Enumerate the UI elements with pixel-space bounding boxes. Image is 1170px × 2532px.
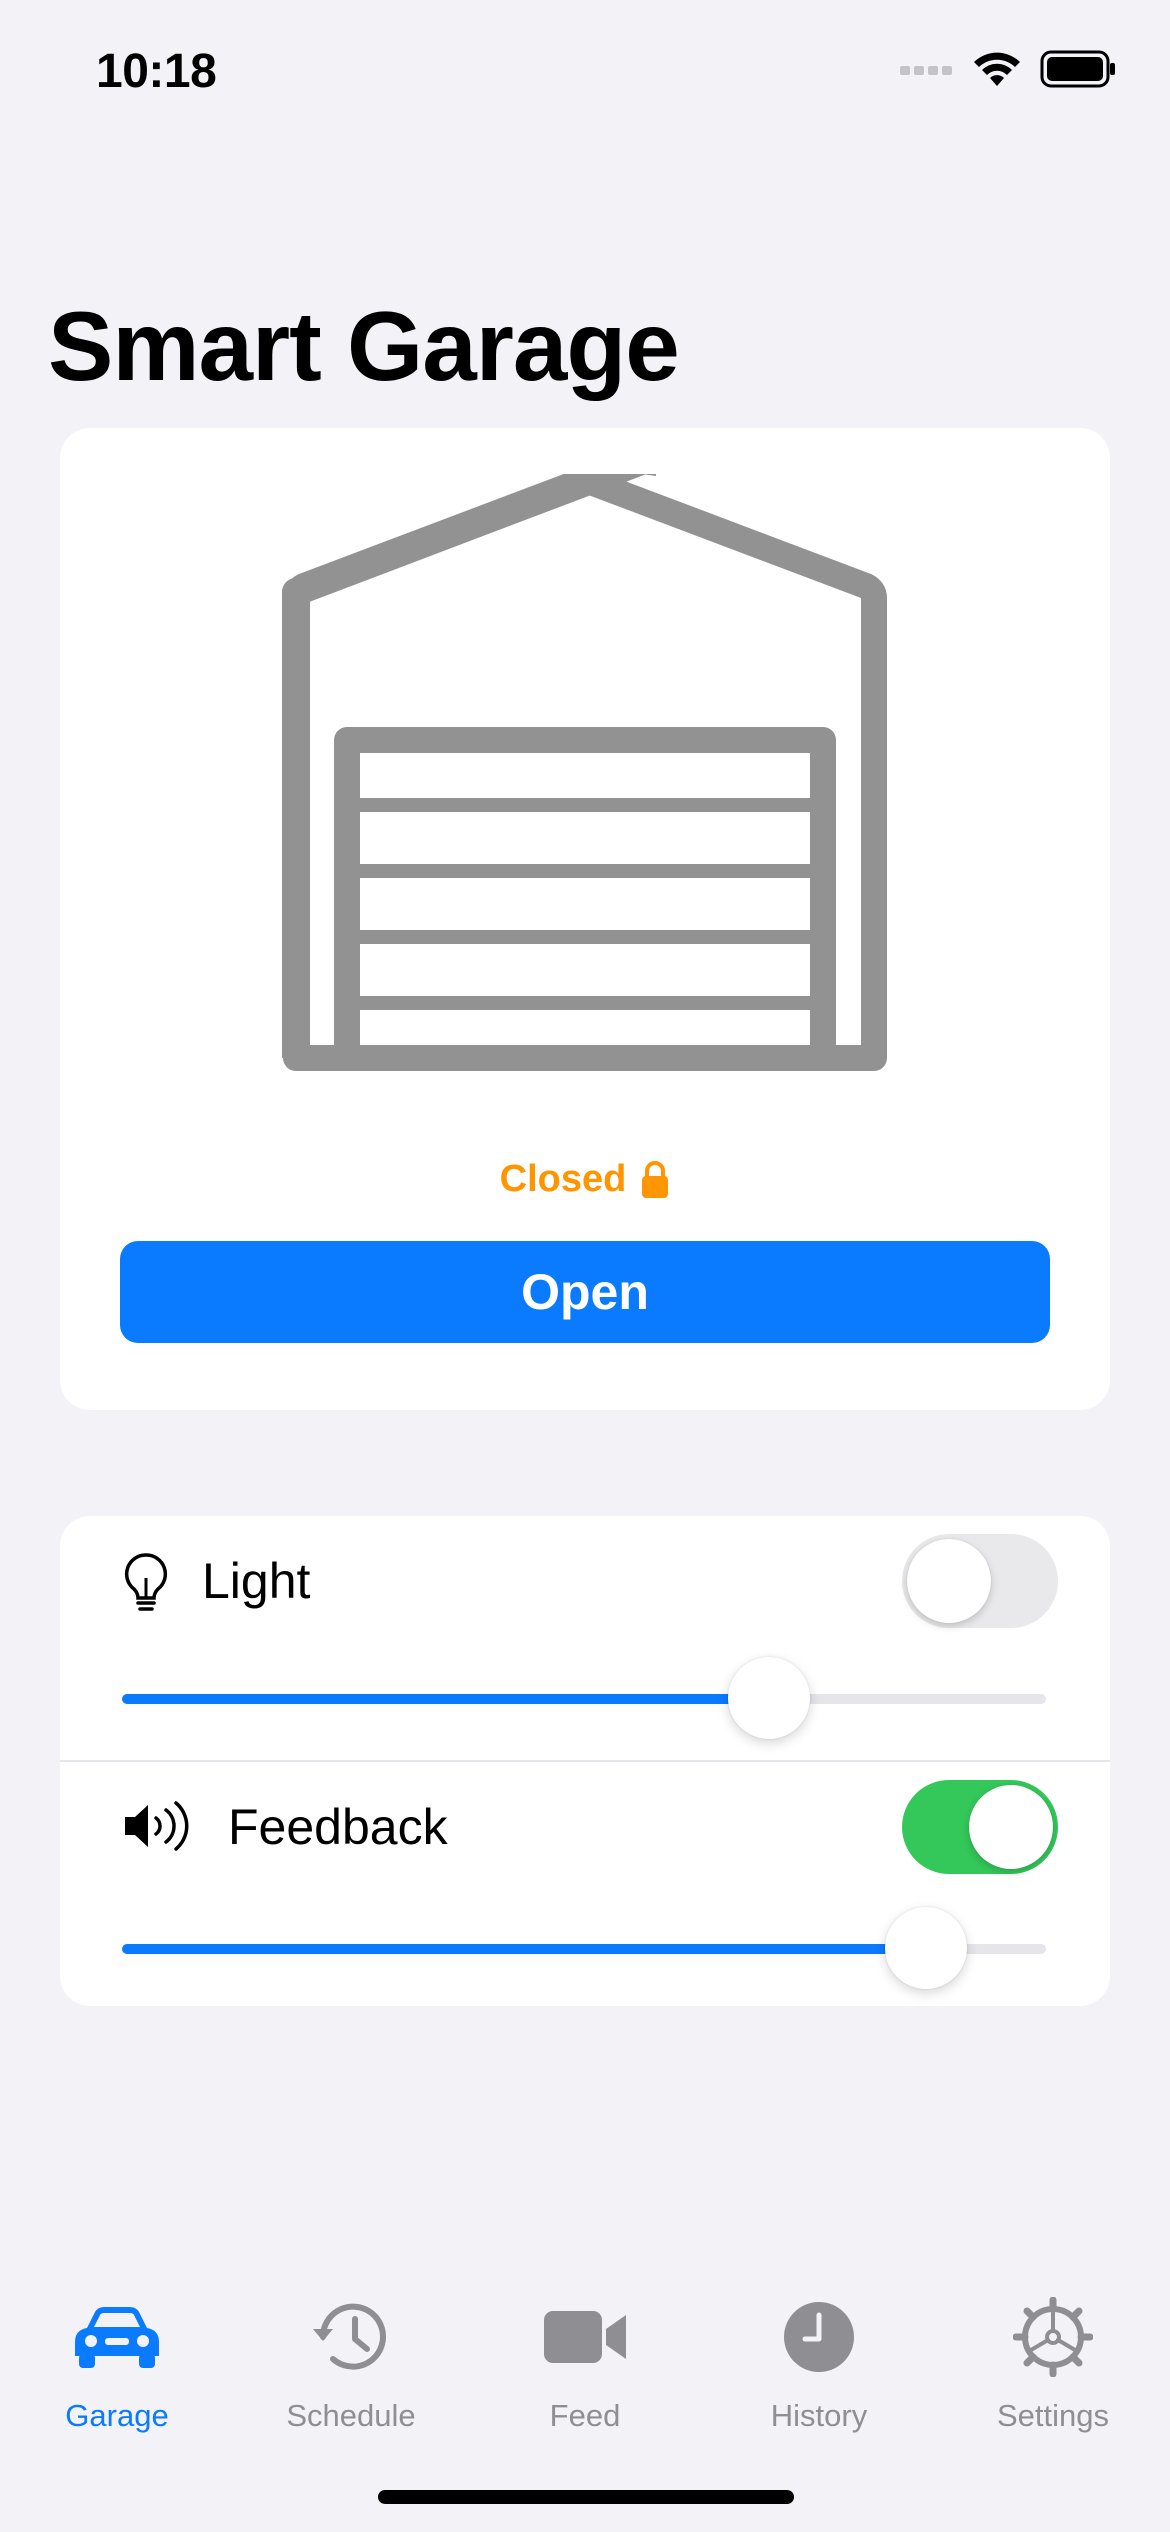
tab-label: Schedule [286, 2398, 416, 2433]
light-toggle[interactable] [902, 1534, 1058, 1628]
door-status-label: Closed [499, 1158, 627, 1200]
light-label: Light [202, 1553, 311, 1609]
garage-door-icon [282, 474, 887, 1071]
tab-history[interactable]: History [702, 2282, 936, 2434]
lightbulb-icon [124, 1553, 168, 1611]
lock-icon [642, 1160, 669, 1198]
controls-card: Light Feedback [60, 1516, 1110, 2006]
clock-arrow-icon [311, 2282, 391, 2392]
status-time: 10:18 [96, 45, 217, 98]
gear-icon [1013, 2282, 1093, 2392]
status-icons [900, 50, 1116, 88]
feedback-volume-slider[interactable] [122, 1906, 1046, 1990]
feedback-toggle[interactable] [902, 1780, 1058, 1874]
speaker-icon [125, 1801, 189, 1851]
tab-settings[interactable]: Settings [936, 2282, 1170, 2434]
feedback-label: Feedback [228, 1799, 448, 1855]
garage-card: Closed Open [60, 428, 1110, 1410]
slider-thumb[interactable] [885, 1907, 967, 1989]
page-title: Smart Garage [48, 291, 680, 401]
slider-fill [122, 1694, 769, 1704]
tab-label: Settings [996, 2398, 1109, 2433]
tab-label: Feed [549, 2398, 621, 2433]
tab-feed[interactable]: Feed [468, 2282, 702, 2434]
tab-label: History [770, 2398, 868, 2433]
door-status: Closed [60, 1158, 1110, 1201]
home-indicator [378, 2490, 794, 2504]
light-brightness-slider[interactable] [122, 1656, 1046, 1740]
light-toggle-knob [907, 1539, 991, 1623]
tab-garage[interactable]: Garage [0, 2282, 234, 2434]
wifi-icon [974, 52, 1020, 86]
feedback-toggle-knob [969, 1785, 1053, 1869]
tab-schedule[interactable]: Schedule [234, 2282, 468, 2434]
light-control-row: Light [60, 1516, 1110, 1761]
signal-icon [900, 66, 952, 75]
tab-label: Garage [65, 2398, 169, 2433]
battery-icon [1040, 50, 1115, 88]
open-door-button[interactable]: Open [120, 1241, 1050, 1343]
video-camera-icon [542, 2282, 628, 2392]
status-bar: 10:18 [0, 0, 1170, 150]
slider-fill [122, 1944, 926, 1954]
clock-icon [783, 2282, 855, 2392]
feedback-control-row: Feedback [60, 1760, 1110, 2006]
car-icon [73, 2282, 161, 2392]
slider-thumb[interactable] [728, 1657, 810, 1739]
